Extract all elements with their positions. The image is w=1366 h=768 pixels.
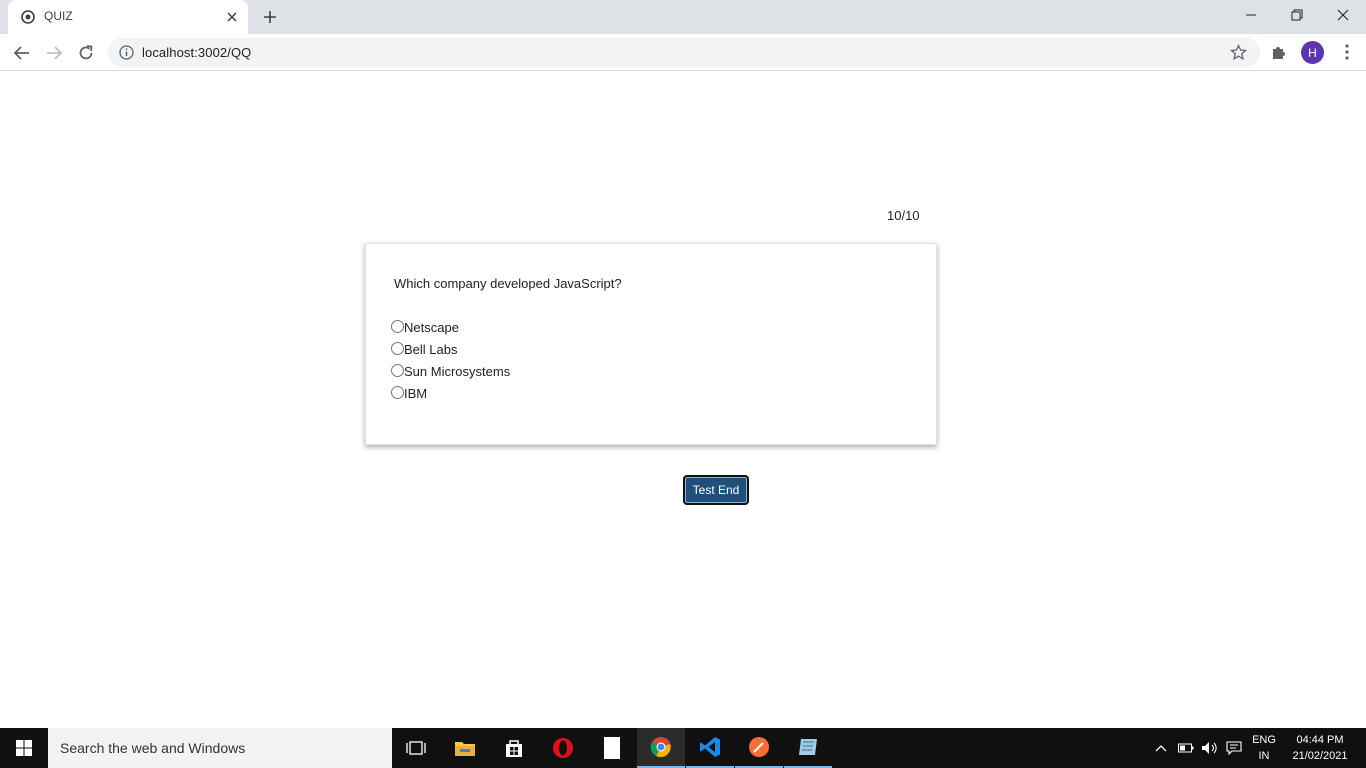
info-icon[interactable] [119, 45, 134, 60]
extensions-puzzle-icon[interactable] [1270, 43, 1288, 61]
task-view-icon [406, 741, 426, 755]
vscode-icon [700, 737, 720, 757]
file-explorer-button[interactable] [441, 728, 489, 768]
minimize-button[interactable] [1228, 0, 1274, 30]
chrome-button[interactable] [637, 728, 685, 768]
show-hidden-icons-button[interactable] [1152, 728, 1170, 768]
folder-icon [455, 742, 475, 756]
input-language[interactable]: ENG IN [1250, 732, 1278, 764]
clock-time: 04:44 PM [1296, 734, 1344, 746]
forward-arrow-icon [47, 46, 63, 60]
postman-icon [749, 737, 769, 757]
battery-button[interactable] [1176, 728, 1196, 768]
option-label: Bell Labs [404, 341, 458, 357]
back-arrow-icon [13, 46, 29, 60]
task-view-button[interactable] [392, 728, 440, 768]
more-menu-icon[interactable] [1338, 43, 1356, 61]
postman-button[interactable] [735, 728, 783, 768]
radio-button[interactable] [391, 319, 404, 333]
message-icon [1226, 741, 1242, 755]
option-sun-microsystems[interactable]: Sun Microsystems [391, 360, 510, 382]
forward-button[interactable] [42, 41, 66, 65]
language-code: ENG [1252, 734, 1276, 746]
volume-button[interactable] [1200, 728, 1220, 768]
option-label: Netscape [404, 319, 459, 335]
radio-button[interactable] [391, 363, 404, 377]
new-tab-icon[interactable] [262, 9, 278, 25]
quiz-favicon-icon [21, 10, 35, 24]
app-icon [799, 739, 817, 755]
option-netscape[interactable]: Netscape [391, 316, 510, 338]
answer-options: Netscape Bell Labs Sun Microsystems IBM [391, 316, 510, 404]
question-card: Which company developed JavaScript? Nets… [365, 243, 937, 445]
question-text: Which company developed JavaScript? [394, 276, 622, 291]
taskbar-search[interactable]: Search the web and Windows [48, 728, 392, 768]
close-icon [1337, 9, 1349, 21]
restore-icon [1291, 9, 1303, 21]
document-icon [604, 737, 620, 759]
battery-icon [1178, 743, 1194, 753]
back-button[interactable] [10, 41, 34, 65]
opera-button[interactable] [539, 728, 587, 768]
store-button[interactable] [490, 728, 538, 768]
region-code: IN [1258, 750, 1270, 762]
close-tab-icon[interactable] [225, 10, 239, 24]
start-button[interactable] [0, 728, 48, 768]
radio-button[interactable] [391, 341, 404, 355]
notifications-button[interactable] [1224, 728, 1244, 768]
app-button[interactable] [784, 728, 832, 768]
bookmark-star-icon[interactable] [1230, 44, 1247, 61]
reload-button[interactable] [74, 41, 98, 65]
option-label: Sun Microsystems [404, 363, 511, 379]
windows-taskbar: Search the web and Windows ENG IN 04:44 … [0, 728, 1366, 768]
browser-tab[interactable]: QUIZ [8, 0, 248, 34]
question-counter: 10/10 [887, 208, 920, 223]
option-ibm[interactable]: IBM [391, 382, 510, 404]
reload-icon [79, 45, 93, 60]
tab-strip: QUIZ [0, 0, 1366, 34]
opera-icon [553, 738, 573, 758]
chevron-up-icon [1155, 745, 1167, 752]
option-label: IBM [404, 385, 428, 401]
windows-logo-icon [16, 740, 32, 756]
speaker-icon [1202, 742, 1217, 754]
profile-avatar[interactable]: H [1301, 41, 1324, 64]
page-content: 10/10 Which company developed JavaScript… [0, 72, 1366, 728]
chrome-icon [650, 737, 671, 758]
vscode-button[interactable] [686, 728, 734, 768]
clock-date: 21/02/2021 [1292, 750, 1348, 762]
minimize-icon [1246, 14, 1256, 16]
address-bar[interactable]: localhost:3002/QQ [108, 38, 1260, 67]
notepad-button[interactable] [588, 728, 636, 768]
system-clock[interactable]: 04:44 PM 21/02/2021 [1288, 732, 1352, 764]
option-bell-labs[interactable]: Bell Labs [391, 338, 510, 360]
taskbar-search-placeholder: Search the web and Windows [60, 740, 246, 756]
browser-toolbar: localhost:3002/QQ H [0, 34, 1366, 71]
radio-button[interactable] [391, 385, 404, 399]
test-end-button[interactable]: Test End [683, 475, 749, 505]
url-text[interactable]: localhost:3002/QQ [142, 45, 251, 60]
close-window-button[interactable] [1320, 0, 1366, 30]
store-bag-icon [506, 740, 522, 757]
tab-title: QUIZ [44, 9, 73, 23]
restore-button[interactable] [1274, 0, 1320, 30]
